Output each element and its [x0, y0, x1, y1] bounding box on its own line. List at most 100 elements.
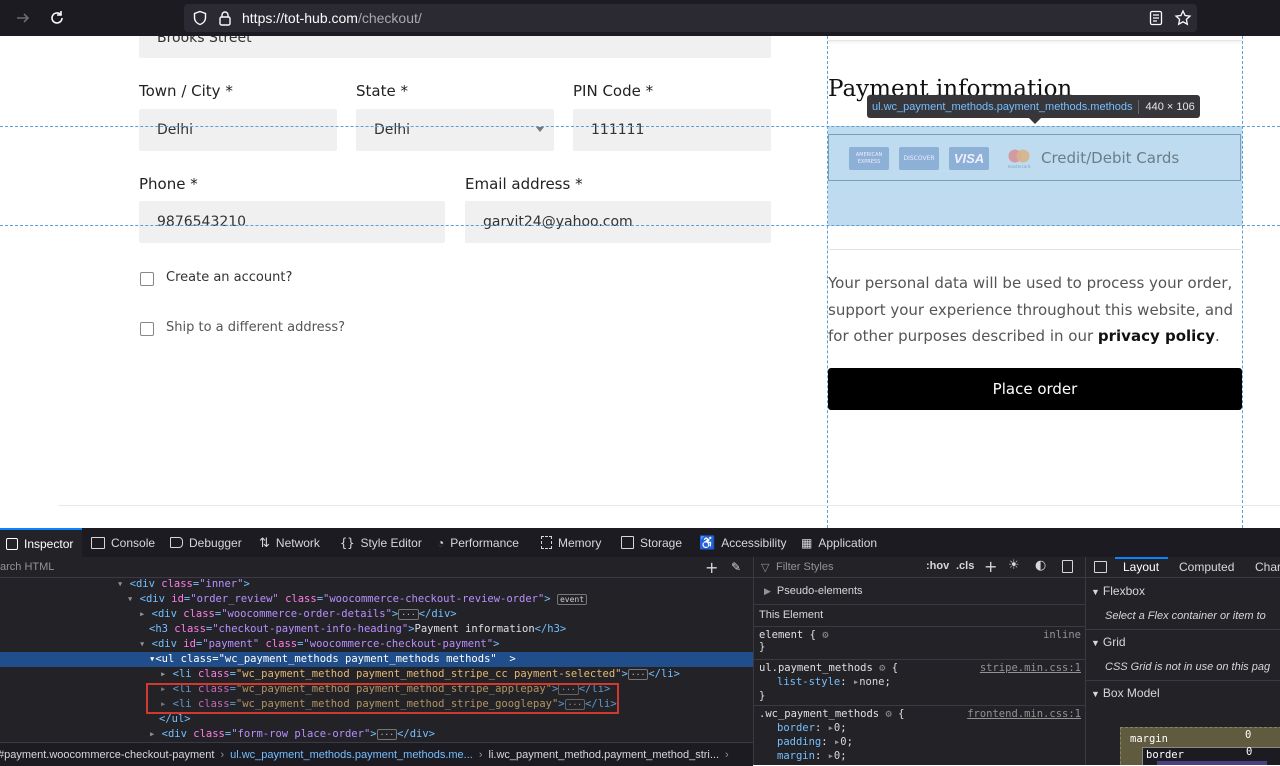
dark-theme-icon[interactable]: ◐: [1035, 558, 1046, 573]
hov-toggle[interactable]: :hov: [926, 560, 949, 572]
section-divider: [1086, 680, 1280, 681]
breadcrumb-item[interactable]: ul.wc_payment_methods.payment_methods.me…: [230, 749, 473, 761]
payment-method-label: Credit/Debit Cards: [1041, 149, 1180, 167]
email-value: garvit24@yahoo.com: [483, 214, 633, 230]
tab-changes[interactable]: Char: [1255, 560, 1280, 574]
section-divider: [754, 604, 1085, 605]
grid-section[interactable]: ▼ Grid: [1091, 635, 1126, 649]
rule-wc-payment-methods[interactable]: .wc_payment_methods ⚙ {frontend.min.css:…: [759, 707, 1081, 763]
flexbox-message: Select a Flex container or item to: [1105, 610, 1266, 622]
tooltip-arrow: [1029, 118, 1041, 124]
tab-memory[interactable]: Memory: [541, 528, 601, 557]
eyedropper-icon[interactable]: ✎: [731, 560, 741, 574]
bookmark-star-icon[interactable]: [1174, 9, 1192, 27]
devtools-tabbar: Inspector Console Debugger ⇅ Network {} St…: [0, 528, 1280, 558]
markup-line[interactable]: ▸ <div class="form-row place-order"> ··· <…: [0, 727, 435, 742]
tab-inspector[interactable]: Inspector: [0, 528, 82, 557]
markup-line[interactable]: ▸ <li class="wc_payment_method payment_m…: [0, 667, 680, 682]
markup-line[interactable]: </ul>: [0, 712, 191, 727]
pin-field[interactable]: 111111: [573, 109, 771, 151]
create-account-checkbox[interactable]: [140, 272, 154, 286]
tab-debugger[interactable]: Debugger: [170, 528, 242, 557]
event-badge[interactable]: event: [556, 593, 588, 605]
network-icon: ⇅: [259, 534, 270, 550]
accessibility-icon: ♿: [699, 534, 716, 550]
browser-toolbar: https://tot-hub.com/checkout/: [0, 0, 1280, 36]
this-element-header: This Element: [759, 609, 824, 621]
payment-method-credit-card[interactable]: AMERICAN EXPRESS DISCOVER VISA mastercar…: [828, 134, 1241, 181]
tooltip-selector: ul.wc_payment_methods.payment_methods.me…: [872, 100, 1133, 113]
pseudo-elements-toggle[interactable]: ▶ Pseudo-elements: [764, 585, 863, 597]
town-field[interactable]: Delhi: [139, 109, 337, 151]
create-account-label: Create an account?: [166, 270, 293, 285]
memory-icon: [541, 536, 552, 549]
markup-line[interactable]: ▾ <div id="payment" class="woocommerce-c…: [0, 637, 499, 652]
phone-label: Phone *: [139, 175, 198, 193]
email-field[interactable]: garvit24@yahoo.com: [465, 201, 771, 243]
sidebar-toggle-icon[interactable]: [1094, 561, 1107, 573]
light-theme-icon[interactable]: ☀: [1008, 558, 1020, 573]
search-html-input[interactable]: arch HTML: [0, 561, 54, 573]
section-divider: [1086, 629, 1280, 630]
style-editor-icon: {}: [340, 535, 355, 550]
storage-icon: [621, 536, 634, 549]
markup-line[interactable]: ▸ <div class="woocommerce-order-details"…: [0, 607, 457, 622]
markup-line[interactable]: ▾ <div class="inner">: [0, 577, 250, 592]
tooltip-divider: [1138, 99, 1140, 114]
flexbox-section[interactable]: ▼ Flexbox: [1091, 584, 1145, 598]
markup-tree: ▾ <div class="inner"> ▾ <div id="order_r…: [0, 577, 753, 742]
layout-panel: Layout Computed Char ▼ Flexbox Select a F…: [1086, 557, 1280, 765]
state-select[interactable]: Delhi: [356, 109, 554, 151]
print-media-icon[interactable]: [1062, 560, 1073, 573]
reload-icon[interactable]: [48, 9, 66, 27]
lock-icon[interactable]: [218, 10, 232, 26]
street-address-field[interactable]: Brooks Street: [139, 36, 771, 58]
markup-line[interactable]: ▾ <div id="order_review" class="woocomme…: [0, 592, 588, 607]
place-order-button[interactable]: Place order: [828, 368, 1242, 410]
inspector-tooltip: ul.wc_payment_methods.payment_methods.me…: [867, 95, 1200, 118]
shield-icon[interactable]: [192, 10, 208, 26]
rule-element[interactable]: element { ⚙ inline }: [759, 629, 1081, 653]
add-rule-icon[interactable]: +: [984, 557, 997, 576]
debugger-icon: [170, 537, 183, 548]
markup-line[interactable]: <h3 class="checkout-payment-info-heading…: [0, 622, 566, 637]
tab-layout[interactable]: Layout: [1123, 560, 1159, 574]
guide-line-right: [1242, 36, 1243, 528]
tab-accessibility[interactable]: ♿ Accessibility: [699, 528, 787, 557]
guide-line-bottom: [0, 225, 1280, 226]
rule-ul-payment-methods[interactable]: ul.payment_methods ⚙ {stripe.min.css:1 l…: [759, 661, 1081, 703]
box-model-section[interactable]: ▼ Box Model: [1091, 686, 1160, 700]
phone-field[interactable]: 9876543210: [139, 201, 445, 243]
amex-logo: AMERICAN EXPRESS: [849, 147, 889, 170]
tab-style-editor[interactable]: {} Style Editor: [340, 528, 422, 557]
url-bar[interactable]: https://tot-hub.com/checkout/: [184, 4, 1197, 32]
tab-performance[interactable]: ◔ Performance: [437, 528, 519, 557]
tab-storage[interactable]: Storage: [621, 528, 682, 557]
dropdown-arrow-icon: [536, 127, 544, 132]
visa-logo: VISA: [949, 147, 989, 170]
tab-console[interactable]: Console: [91, 528, 155, 557]
phone-value: 9876543210: [157, 214, 247, 230]
ship-different-checkbox[interactable]: [140, 322, 154, 336]
breadcrumb-item[interactable]: #payment.woocommerce-checkout-payment: [0, 749, 214, 761]
forward-icon[interactable]: [14, 9, 32, 27]
breadcrumb-item[interactable]: li.wc_payment_method.payment_method_stri…: [489, 749, 720, 761]
markup-line-selected[interactable]: ▾<ul class="wc_payment_methods payment_m…: [0, 652, 753, 667]
breadcrumb-scroll-right[interactable]: ›: [725, 749, 729, 761]
tab-application[interactable]: ▦ Application: [801, 528, 877, 557]
town-value: Delhi: [157, 122, 194, 138]
markup-panel: arch HTML + ✎ ▾ <div class="inner"> ▾ <d…: [0, 557, 754, 766]
cls-toggle[interactable]: .cls: [956, 560, 974, 572]
url-text[interactable]: https://tot-hub.com/checkout/: [242, 10, 422, 26]
tab-network[interactable]: ⇅ Network: [259, 528, 320, 557]
grid-message: CSS Grid is not in use on this pag: [1105, 661, 1271, 673]
add-node-icon[interactable]: +: [705, 558, 718, 577]
filter-styles-input[interactable]: Filter Styles: [776, 561, 833, 573]
layout-tabs-divider: [1086, 577, 1280, 578]
tab-computed[interactable]: Computed: [1179, 560, 1234, 574]
privacy-notice: Your personal data will be used to proce…: [828, 270, 1238, 350]
application-icon: ▦: [801, 535, 813, 550]
reader-view-icon[interactable]: [1148, 10, 1164, 26]
privacy-policy-link[interactable]: privacy policy: [1098, 327, 1215, 345]
console-icon: [91, 536, 105, 549]
